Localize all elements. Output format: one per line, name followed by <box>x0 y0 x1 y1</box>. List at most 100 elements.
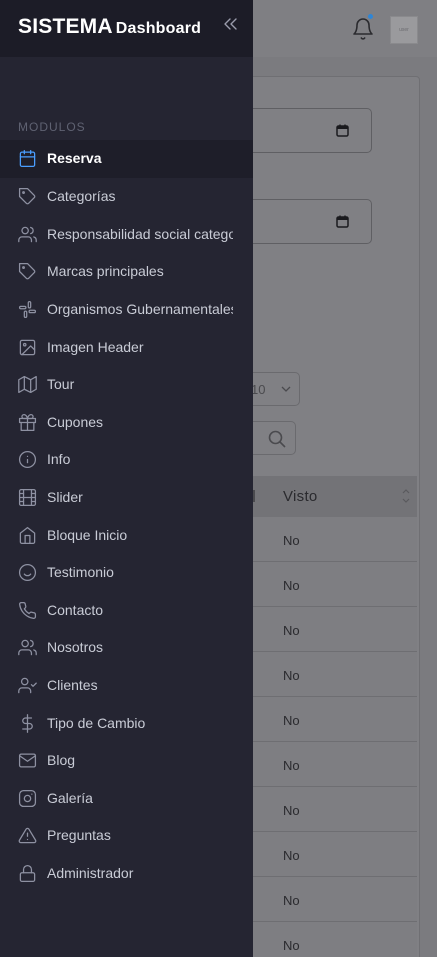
sidebar-item-organismos-gubernamentales[interactable]: Organismos Gubernamentales <box>0 291 253 329</box>
gift-icon <box>18 413 37 432</box>
sidebar-item-responsabilidad-social-categorias[interactable]: Responsabilidad social categorias <box>0 216 253 254</box>
table-row[interactable]: No <box>253 787 417 832</box>
calendar-icon <box>19 149 36 168</box>
sidebar-item-tipo-de-cambio[interactable]: Tipo de Cambio <box>0 705 253 743</box>
sidebar-item-label: Slider <box>47 489 83 505</box>
sidebar-item-label: Blog <box>47 752 76 768</box>
sidebar-item-reserva[interactable]: Reserva <box>0 140 253 178</box>
sort-icon[interactable] <box>401 486 411 506</box>
tag-icon <box>18 262 36 280</box>
cell-visto: No <box>283 668 300 683</box>
home-icon <box>19 526 36 545</box>
cell-visto: No <box>283 938 300 953</box>
cell-visto: No <box>283 803 300 818</box>
entries-select-value: 10 <box>251 382 266 397</box>
sidebar-item-label: Testimonio <box>47 564 114 580</box>
phone-icon <box>19 601 37 619</box>
sidebar-item-preguntas[interactable]: Preguntas <box>0 817 253 855</box>
collapse-sidebar-icon[interactable] <box>222 16 238 32</box>
sidebar-item-categorias[interactable]: Categorías <box>0 178 253 216</box>
slack-icon <box>18 300 37 319</box>
sidebar-item-cupones[interactable]: Cupones <box>0 404 253 442</box>
tag-icon <box>18 187 36 205</box>
sidebar-item-clientes[interactable]: Clientes <box>0 667 253 705</box>
date-to-input[interactable] <box>240 199 372 244</box>
sidebar-item-label: Tipo de Cambio <box>47 715 146 731</box>
sidebar-item-info[interactable]: Info <box>0 441 253 479</box>
table-header: Visto <box>253 476 417 517</box>
sidebar-item-contacto[interactable]: Contacto <box>0 592 253 630</box>
bell-icon[interactable] <box>351 16 375 42</box>
brand-subtitle: Dashboard <box>115 20 202 37</box>
sidebar-item-label: Organismos Gubernamentales <box>47 301 233 317</box>
table-row[interactable]: No <box>253 742 417 787</box>
table-row[interactable]: No <box>253 607 417 652</box>
sidebar-item-label: Clientes <box>47 677 98 693</box>
sidebar-item-administrador[interactable]: Administrador <box>0 855 253 893</box>
sidebar-item-marcas-principales[interactable]: Marcas principales <box>0 253 253 291</box>
image-icon <box>19 339 36 356</box>
sidebar-item-label: Contacto <box>47 602 104 618</box>
users-icon <box>18 639 37 656</box>
sidebar-item-slider[interactable]: Slider <box>0 479 253 517</box>
sidebar-item-label: Bloque Inicio <box>47 527 128 543</box>
sort-indicator-icon <box>253 490 255 502</box>
map-icon <box>18 375 37 394</box>
table-row[interactable]: No <box>253 562 417 607</box>
dollar-icon <box>22 714 33 733</box>
cell-visto: No <box>283 713 300 728</box>
section-title-modulos: MODULOS <box>18 120 86 134</box>
calendar-icon[interactable] <box>336 215 349 228</box>
sidebar-item-label: Nosotros <box>47 639 104 655</box>
sidebar-item-label: Responsabilidad social categorias <box>47 226 233 242</box>
table-row[interactable]: No <box>253 517 417 562</box>
sidebar-item-label: Tour <box>47 376 75 392</box>
cell-visto: No <box>283 893 300 908</box>
sidebar-item-label: Info <box>47 451 71 467</box>
user-check-icon <box>18 677 37 694</box>
column-header-visto[interactable]: Visto <box>283 488 318 505</box>
avatar-text: user <box>399 27 409 33</box>
cell-visto: No <box>283 533 300 548</box>
table-row[interactable]: No <box>253 832 417 877</box>
brand-header: SISTEMA Dashboard <box>0 0 253 57</box>
sidebar: SISTEMA Dashboard MODULOS Reserva Categorí… <box>0 0 253 957</box>
cell-visto: No <box>283 578 300 593</box>
cell-visto: No <box>283 623 300 638</box>
sidebar-item-label: Imagen Header <box>47 339 144 355</box>
notification-dot <box>367 13 374 20</box>
cell-visto: No <box>283 848 300 863</box>
lock-icon <box>19 864 36 883</box>
table-row[interactable]: No <box>253 652 417 697</box>
chevron-down-icon <box>281 386 291 392</box>
sidebar-item-label: Cupones <box>47 414 104 430</box>
table-row[interactable]: No <box>253 922 417 957</box>
film-icon <box>18 488 37 507</box>
cell-visto: No <box>283 758 300 773</box>
table-row[interactable]: No <box>253 877 417 922</box>
mail-icon <box>18 753 37 768</box>
sidebar-item-label: Reserva <box>47 150 102 166</box>
sidebar-item-blog[interactable]: Blog <box>0 742 253 780</box>
sidebar-item-label: Categorías <box>47 188 116 204</box>
sidebar-item-label: Preguntas <box>47 827 111 843</box>
smile-icon <box>18 563 37 582</box>
sidebar-item-bloque-inicio[interactable]: Bloque Inicio <box>0 517 253 555</box>
search-icon[interactable] <box>267 429 287 449</box>
sidebar-item-imagen-header[interactable]: Imagen Header <box>0 329 253 367</box>
brand-title: SISTEMA <box>18 15 113 38</box>
calendar-icon[interactable] <box>336 124 349 137</box>
sidebar-item-label: Administrador <box>47 865 134 881</box>
sidebar-item-nosotros[interactable]: Nosotros <box>0 629 253 667</box>
table-row[interactable]: No <box>253 697 417 742</box>
sidebar-item-tour[interactable]: Tour <box>0 366 253 404</box>
brand-logo[interactable]: SISTEMA Dashboard <box>18 15 201 39</box>
sidebar-item-label: Galería <box>47 790 93 806</box>
alert-triangle-icon <box>18 827 37 844</box>
instagram-icon <box>18 789 37 808</box>
users-icon <box>18 226 37 243</box>
sidebar-item-testimonio[interactable]: Testimonio <box>0 554 253 592</box>
avatar[interactable]: user <box>390 16 418 44</box>
date-from-input[interactable] <box>240 108 372 153</box>
sidebar-item-galeria[interactable]: Galería <box>0 780 253 818</box>
